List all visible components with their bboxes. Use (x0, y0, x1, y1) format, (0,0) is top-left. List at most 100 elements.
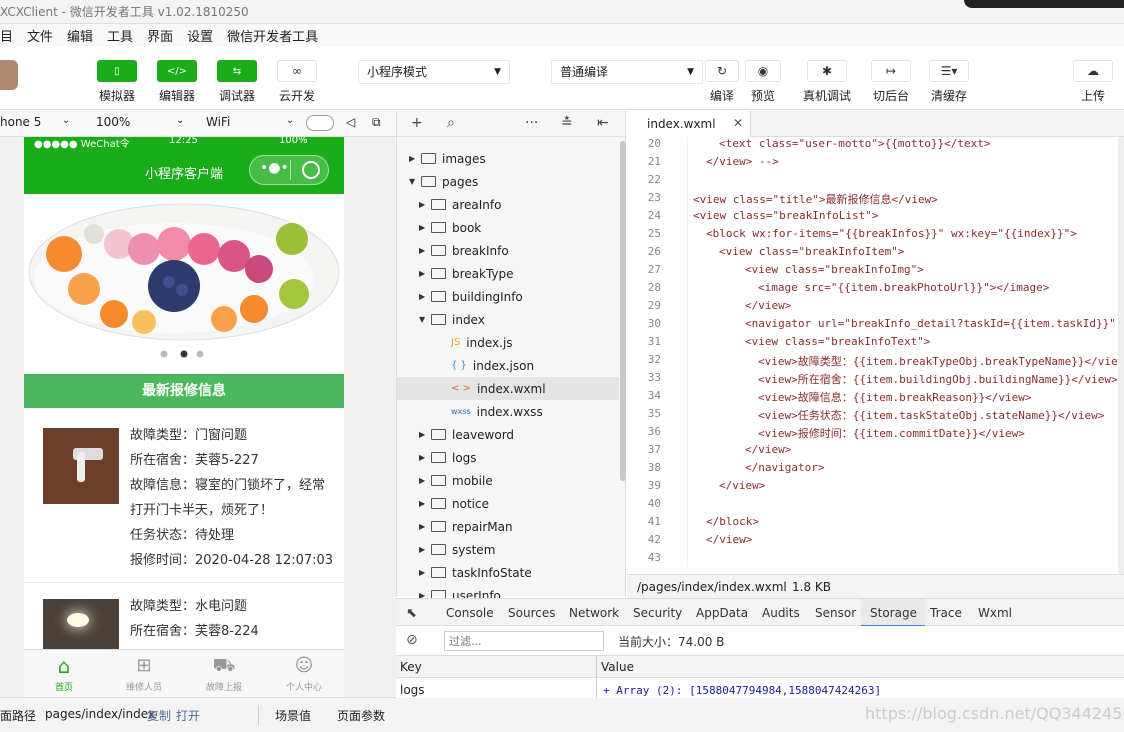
tree-folder[interactable]: ▶ images (397, 147, 619, 170)
menu-item[interactable]: 目 (0, 26, 13, 45)
upload-button[interactable]: ☁ (1073, 60, 1113, 82)
menu-view[interactable]: 界面 (147, 26, 173, 45)
code-line[interactable]: 31 <view class="breakInfoText"> (627, 335, 1117, 353)
tab-wxml[interactable]: Wxml (978, 606, 1012, 620)
code-line[interactable]: 28 <image src="{{item.breakPhotoUrl}}"></… (627, 281, 1117, 299)
tab-security[interactable]: Security (633, 606, 682, 620)
code-line[interactable]: 29 </view> (627, 299, 1117, 317)
tab-appdata[interactable]: AppData (696, 606, 748, 620)
device-debug-button[interactable]: ✱ (807, 60, 847, 82)
tab-sources[interactable]: Sources (508, 606, 555, 620)
page-params-button[interactable]: 页面参数 (337, 707, 385, 724)
code-line[interactable]: 23 <view class="title">最新报修信息</view> (627, 191, 1117, 209)
code-line[interactable]: 38 </navigator> (627, 461, 1117, 479)
more-icon[interactable]: •●• (260, 160, 289, 176)
tab-profile[interactable]: ☺ 个人中心 (264, 652, 344, 693)
repair-card[interactable]: 故障类型：门窗问题 所在宿舍：芙蓉5-227 故障信息：寝室的门锁坏了，经常 打… (24, 408, 344, 583)
menu-wechat-devtools[interactable]: 微信开发者工具 (227, 26, 318, 45)
tree-folder[interactable]: ▶ leaveword (397, 423, 619, 446)
popout-icon[interactable]: ⧉ (372, 115, 381, 130)
code-line[interactable]: 37 </view> (627, 443, 1117, 461)
code-line[interactable]: 34 <view>故障信息：{{item.breakReason}}</view> (627, 389, 1117, 407)
tab-console[interactable]: Console (446, 606, 494, 620)
code-line[interactable]: 25 <block wx:for-items="{{breakInfos}}" w… (627, 227, 1117, 245)
search-icon[interactable]: ⌕ (447, 115, 455, 131)
editor-tab[interactable]: index.wxml ✕ (627, 111, 751, 137)
avatar[interactable] (0, 60, 18, 90)
open-link[interactable]: 打开 (176, 707, 200, 724)
tab-home[interactable]: ⌂ 首页 (24, 652, 104, 693)
simulator-button[interactable]: ▯ (97, 60, 137, 82)
tree-folder[interactable]: ▼ pages (397, 170, 619, 193)
tab-report[interactable]: ⛟ 故障上报 (184, 652, 264, 693)
inspect-icon[interactable]: ⬉ (406, 606, 417, 621)
tree-folder[interactable]: ▶ breakType (397, 262, 619, 285)
clear-icon[interactable]: ⊘ (406, 632, 418, 648)
banner-carousel[interactable] (24, 194, 344, 359)
tree-folder[interactable]: ▶ notice (397, 492, 619, 515)
clear-cache-button[interactable]: ☰▾ (929, 60, 969, 82)
editor-scrollbar[interactable] (1118, 137, 1124, 577)
tree-folder[interactable]: ▶ taskInfoState (397, 561, 619, 584)
tree-file[interactable]: < > index.wxml (397, 377, 619, 400)
tab-audits[interactable]: Audits (762, 606, 800, 620)
zoom-select[interactable]: 100% ⌄ (96, 115, 188, 129)
tree-folder[interactable]: ▶ book (397, 216, 619, 239)
tab-network[interactable]: Network (569, 606, 619, 620)
mini-program-capsule[interactable]: •●• (249, 155, 329, 185)
table-row[interactable]: logs + Array (2): [1588047794984,1588047… (396, 678, 1124, 698)
code-line[interactable]: 40 (627, 497, 1117, 515)
menu-settings[interactable]: 设置 (187, 26, 213, 45)
mode-select[interactable]: 小程序模式 ▼ (358, 60, 510, 84)
code-line[interactable]: 33 <view>所在宿舍：{{item.buildingObj.building… (627, 371, 1118, 389)
tree-folder[interactable]: ▶ mobile (397, 469, 619, 492)
code-line[interactable]: 39 </view> (627, 479, 1117, 497)
code-line[interactable]: 30 <navigator url="breakInfo_detail?taskI… (627, 317, 1124, 335)
close-icon[interactable]: ✕ (733, 116, 743, 130)
tree-file[interactable]: JS index.js (397, 331, 619, 354)
tree-folder[interactable]: ▶ system (397, 538, 619, 561)
scene-button[interactable]: 场景值 (275, 707, 311, 724)
tree-file[interactable]: wxss index.wxss (397, 400, 619, 423)
code-line[interactable]: 36 <view>报修时间：{{item.commitDate}}</view> (627, 425, 1117, 443)
code-line[interactable]: 20 <text class="user-motto">{{motto}}</te… (627, 137, 1117, 155)
preview-button[interactable]: ◉ (745, 60, 781, 82)
compile-button[interactable]: ↻ (705, 60, 739, 82)
code-line[interactable]: 42 </view> (627, 533, 1117, 551)
cloud-button[interactable]: ∞ (277, 60, 317, 82)
tab-trace[interactable]: Trace (930, 606, 962, 620)
speaker-icon[interactable]: ◁ (346, 115, 355, 129)
tree-folder[interactable]: ▼ index (397, 308, 619, 331)
code-line[interactable]: 41 </block> (627, 515, 1117, 533)
filter-input[interactable] (444, 631, 604, 651)
repair-card[interactable]: 故障类型：水电问题 所在宿舍：芙蓉8-224 (24, 579, 344, 675)
tree-file[interactable]: { } index.json (397, 354, 619, 377)
tree-folder[interactable]: ▶ logs (397, 446, 619, 469)
collapse-icon[interactable]: ⇤ (597, 115, 609, 131)
code-line[interactable]: 24 <view class="breakInfoList"> (627, 209, 1117, 227)
tab-repairmen[interactable]: ⊞ 维修人员 (104, 652, 184, 693)
editor-button[interactable]: </> (157, 60, 197, 82)
add-icon[interactable]: + (411, 115, 423, 131)
toggle-switch[interactable] (306, 115, 334, 131)
menu-edit[interactable]: 编辑 (67, 26, 93, 45)
more-icon[interactable]: ··· (525, 115, 538, 131)
debugger-button[interactable]: ⇆ (217, 60, 257, 82)
tree-folder[interactable]: ▶ breakInfo (397, 239, 619, 262)
scrollbar[interactable] (620, 141, 626, 481)
close-icon[interactable] (302, 161, 320, 179)
tree-folder[interactable]: ▶ repairMan (397, 515, 619, 538)
tree-folder[interactable]: ▶ buildingInfo (397, 285, 619, 308)
compile-select[interactable]: 普通编译 ▼ (551, 60, 703, 84)
code-line[interactable]: 22 (627, 173, 1117, 191)
tab-sensor[interactable]: Sensor (815, 606, 856, 620)
menu-tools[interactable]: 工具 (107, 26, 133, 45)
code-line[interactable]: 21 </view> --> (627, 155, 1117, 173)
sort-icon[interactable]: ≛ (561, 115, 573, 131)
code-line[interactable]: 32 <view>故障类型：{{item.breakTypeObj.breakTy… (627, 353, 1124, 371)
tree-folder[interactable]: ▶ areaInfo (397, 193, 619, 216)
tab-storage[interactable]: Storage (870, 606, 917, 620)
menu-file[interactable]: 文件 (27, 26, 53, 45)
code-line[interactable]: 35 <view>任务状态：{{item.taskStateObj.stateNa… (627, 407, 1117, 425)
network-select[interactable]: WiFi ⌄ (206, 115, 298, 129)
